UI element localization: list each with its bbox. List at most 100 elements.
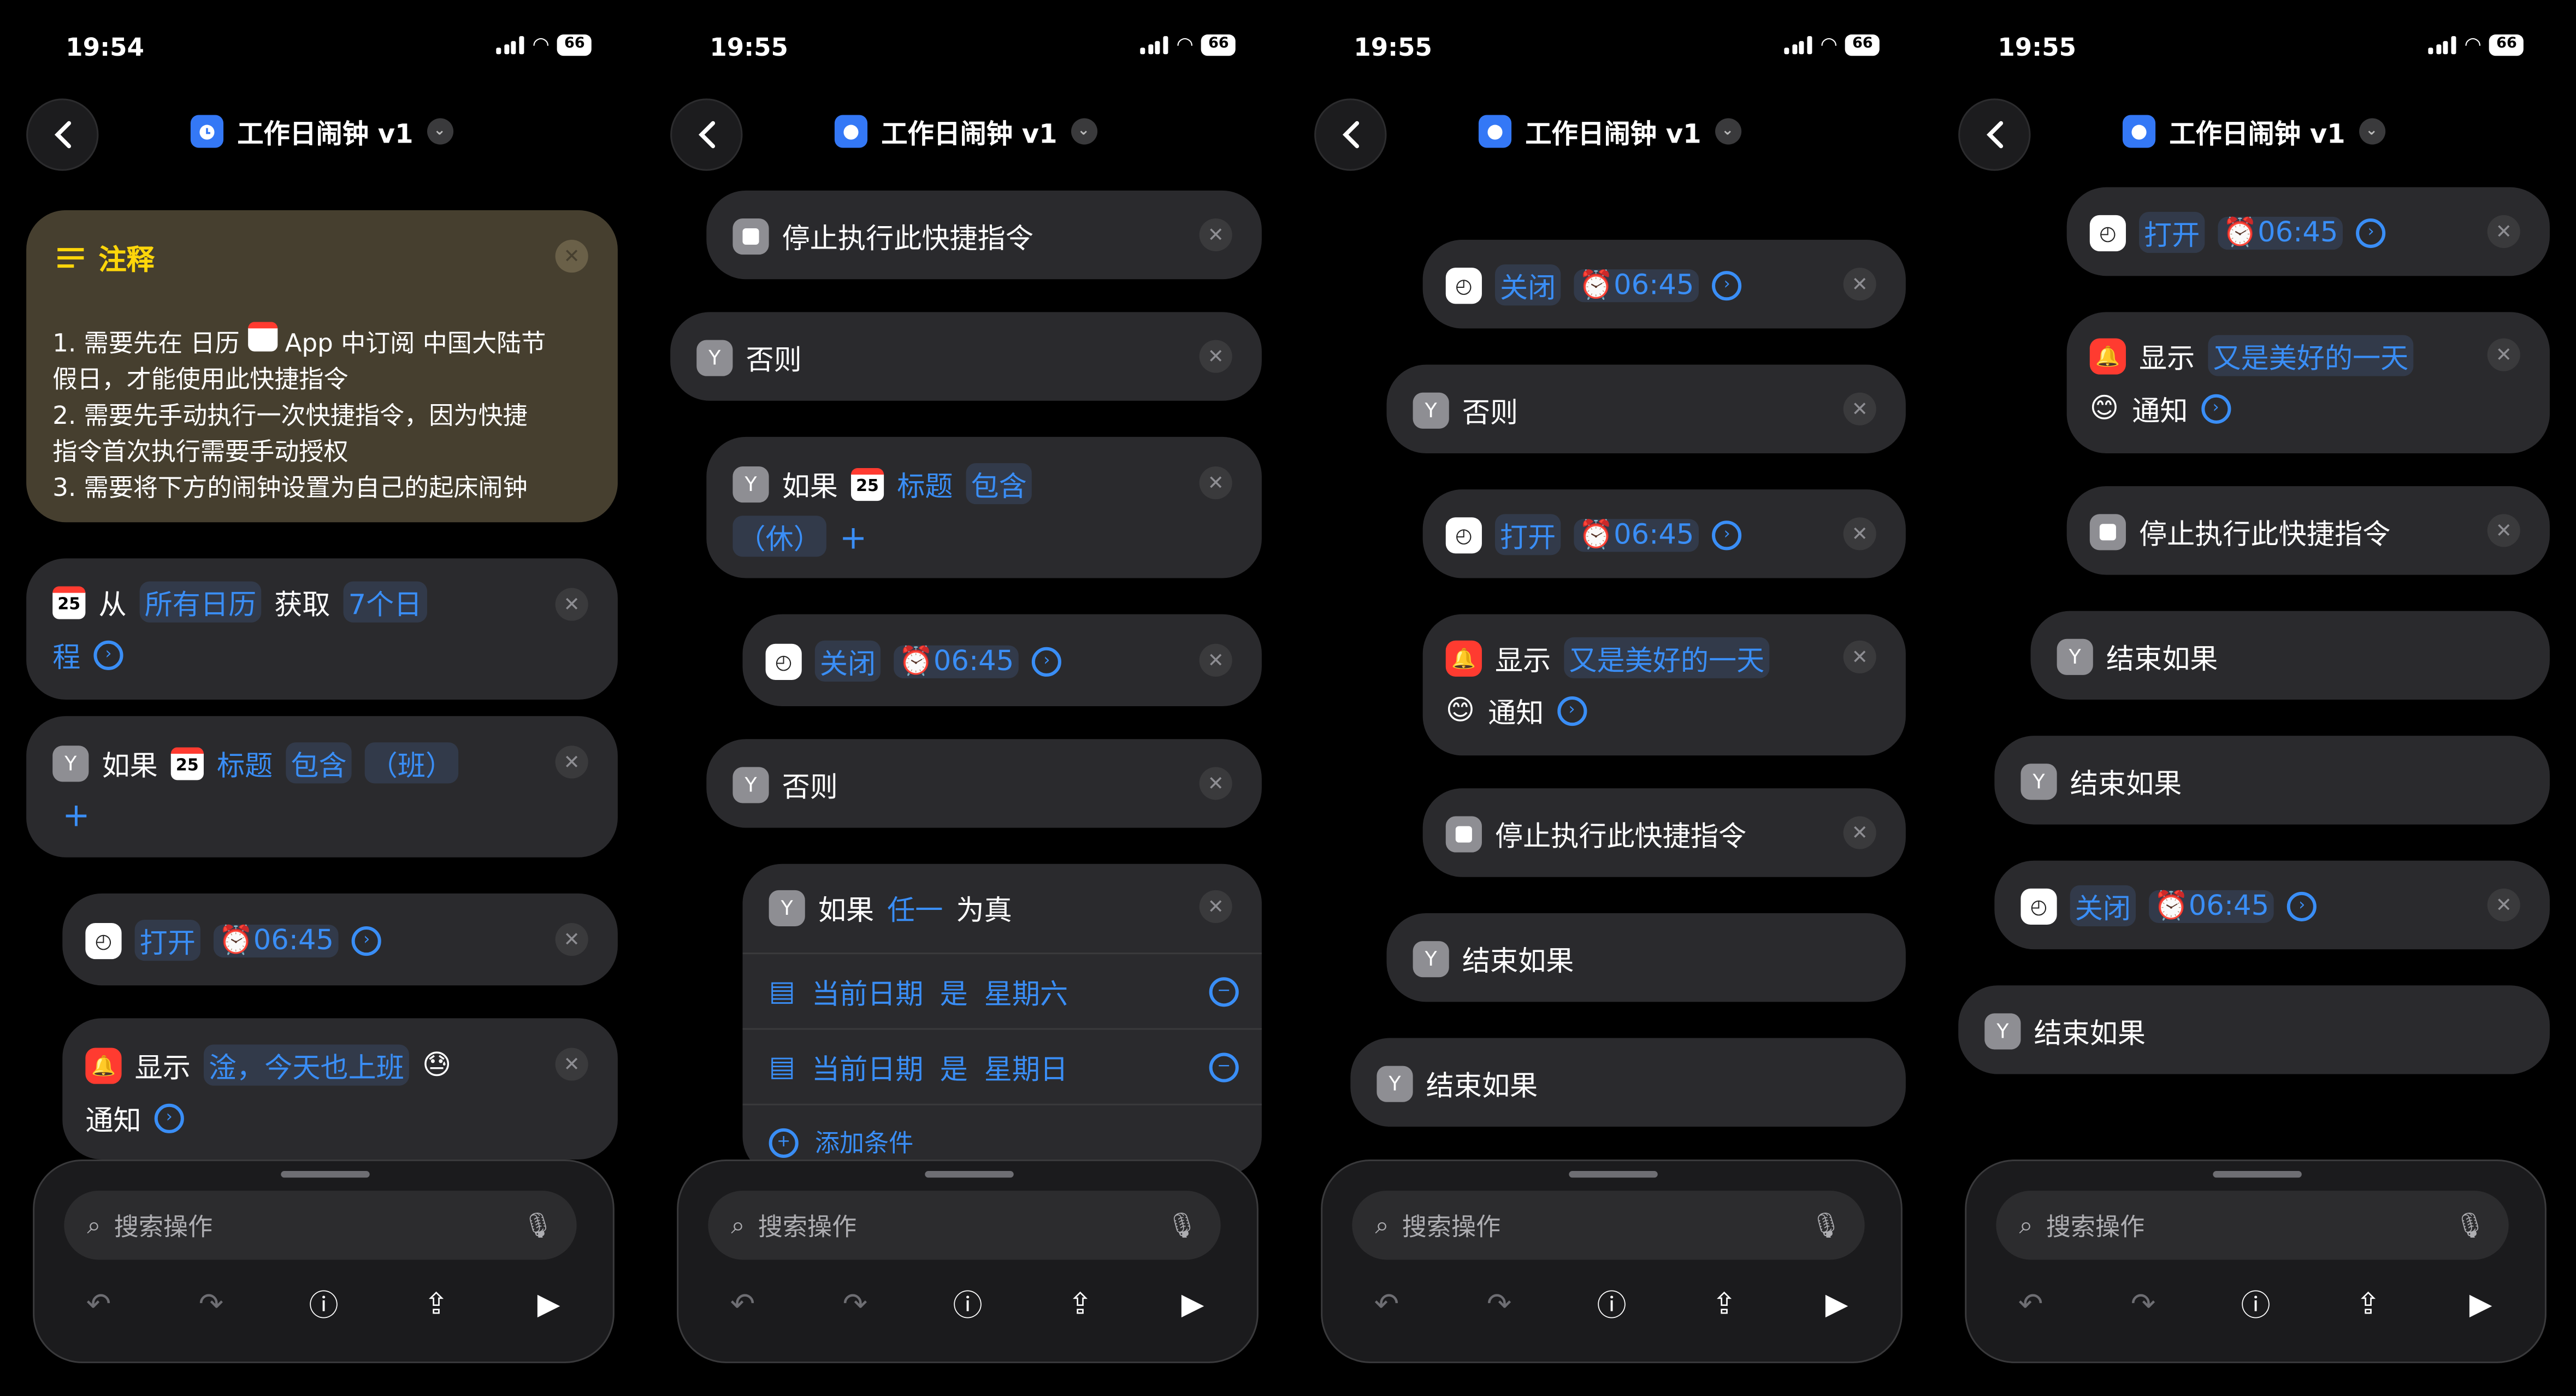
- play-icon[interactable]: ▶: [1171, 1283, 1214, 1326]
- operator-param[interactable]: 是: [940, 971, 968, 1011]
- contains-param[interactable]: 包含: [286, 742, 352, 784]
- otherwise-action[interactable]: Y 否则 ✕: [670, 312, 1262, 401]
- add-icon[interactable]: +: [840, 517, 867, 556]
- otherwise-action[interactable]: Y 否则 ✕: [706, 739, 1262, 828]
- delete-icon[interactable]: ✕: [555, 588, 588, 621]
- toggle-alarm-action[interactable]: ◴ 打开 ⏰06:45 › ✕: [2066, 187, 2550, 276]
- operation-param[interactable]: 关闭: [814, 640, 881, 682]
- contains-param[interactable]: 包含: [966, 463, 1032, 505]
- add-icon[interactable]: +: [62, 795, 90, 834]
- delete-icon[interactable]: ✕: [555, 1048, 588, 1081]
- chevron-right-icon[interactable]: ›: [2201, 393, 2231, 423]
- share-icon[interactable]: ⇪: [1059, 1283, 1101, 1326]
- delete-icon[interactable]: ✕: [1199, 466, 1232, 500]
- operation-param[interactable]: 关闭: [2070, 885, 2136, 927]
- chevron-right-icon[interactable]: ›: [2287, 891, 2317, 921]
- chevron-right-icon[interactable]: ›: [1712, 519, 1742, 549]
- message-param[interactable]: 淦，今天也上班: [203, 1044, 409, 1086]
- info-icon[interactable]: ⓘ: [1590, 1283, 1633, 1326]
- delete-icon[interactable]: ✕: [1843, 816, 1876, 849]
- shortcut-title[interactable]: 工作日闹钟 v1 ⌄: [644, 111, 1288, 151]
- text-param[interactable]: （休）: [732, 516, 826, 557]
- date-param[interactable]: 当前日期: [812, 971, 924, 1011]
- delete-icon[interactable]: ✕: [1843, 392, 1876, 425]
- delete-icon[interactable]: ✕: [2487, 215, 2520, 249]
- grabber[interactable]: [1569, 1171, 1658, 1178]
- operation-param[interactable]: 关闭: [1495, 264, 1561, 306]
- undo-icon[interactable]: ↶: [721, 1283, 764, 1326]
- info-icon[interactable]: ⓘ: [2234, 1283, 2277, 1326]
- remove-condition-icon[interactable]: −: [1209, 976, 1239, 1006]
- play-icon[interactable]: ▶: [1816, 1283, 1858, 1326]
- microphone-icon[interactable]: 🎙: [1166, 1210, 1197, 1240]
- search-input[interactable]: ⌕ 搜索操作 🎙: [64, 1191, 577, 1260]
- alarm-param[interactable]: ⏰06:45: [2149, 889, 2274, 922]
- play-icon[interactable]: ▶: [2460, 1283, 2502, 1326]
- delete-icon[interactable]: ✕: [1199, 340, 1232, 373]
- stop-shortcut-action[interactable]: 停止执行此快捷指令 ✕: [706, 190, 1262, 280]
- end-if-action[interactable]: Y 结束如果: [1958, 985, 2550, 1074]
- text-param[interactable]: （班）: [364, 742, 459, 784]
- count-param-cont[interactable]: 程: [52, 634, 80, 675]
- toggle-alarm-action[interactable]: ◴ 打开 ⏰06:45 › ✕: [62, 893, 618, 986]
- delete-icon[interactable]: ✕: [1199, 218, 1232, 252]
- count-param[interactable]: 7个日: [343, 581, 427, 623]
- alarm-param[interactable]: ⏰06:45: [894, 644, 1019, 678]
- redo-icon[interactable]: ↷: [2122, 1283, 2164, 1326]
- end-if-action[interactable]: Y 结束如果: [1386, 913, 1906, 1002]
- delete-icon[interactable]: ✕: [1843, 268, 1876, 301]
- delete-icon[interactable]: ✕: [555, 746, 588, 779]
- play-icon[interactable]: ▶: [527, 1283, 570, 1326]
- end-if-action[interactable]: Y 结束如果: [1994, 736, 2550, 825]
- alarm-param[interactable]: ⏰06:45: [1574, 268, 1699, 301]
- delete-icon[interactable]: ✕: [2487, 514, 2520, 547]
- show-notification-action[interactable]: 🔔 显示 又是美好的一天 😊 通知 › ✕: [2066, 312, 2550, 453]
- delete-icon[interactable]: ✕: [1843, 640, 1876, 673]
- operation-param[interactable]: 打开: [134, 919, 200, 961]
- delete-icon[interactable]: ✕: [1843, 517, 1876, 551]
- if-action[interactable]: Y 如果 25 标题 包含 （休） + ✕: [706, 436, 1262, 578]
- if-action[interactable]: Y 如果 25 标题 包含 （班） + ✕: [26, 716, 618, 857]
- stop-shortcut-action[interactable]: 停止执行此快捷指令 ✕: [1422, 788, 1906, 877]
- remove-condition-icon[interactable]: −: [1209, 1052, 1239, 1082]
- message-param[interactable]: 又是美好的一天: [2208, 335, 2414, 376]
- grabber[interactable]: [281, 1171, 370, 1178]
- info-icon[interactable]: ⓘ: [946, 1283, 989, 1326]
- toggle-alarm-action[interactable]: ◴ 打开 ⏰06:45 › ✕: [1422, 489, 1906, 578]
- chevron-right-icon[interactable]: ›: [1712, 270, 1742, 300]
- alarm-param[interactable]: ⏰06:45: [2218, 216, 2343, 249]
- toggle-alarm-action[interactable]: ◴ 关闭 ⏰06:45 › ✕: [1422, 240, 1906, 329]
- chevron-right-icon[interactable]: ›: [93, 640, 123, 670]
- delete-icon[interactable]: ✕: [1199, 890, 1232, 923]
- get-events-action[interactable]: 25 从 所有日历 获取 7个日 程 › ✕: [26, 558, 618, 700]
- redo-icon[interactable]: ↷: [834, 1283, 876, 1326]
- condition-row[interactable]: ▤ 当前日期 是 星期日 −: [742, 1028, 1262, 1103]
- stop-shortcut-action[interactable]: 停止执行此快捷指令 ✕: [2066, 486, 2550, 575]
- chevron-right-icon[interactable]: ›: [154, 1103, 184, 1133]
- show-notification-action[interactable]: 🔔 显示 淦，今天也上班 😓 通知 › ✕: [62, 1018, 618, 1160]
- chevron-right-icon[interactable]: ›: [352, 925, 382, 955]
- alarm-param[interactable]: ⏰06:45: [214, 924, 339, 957]
- chevron-right-icon[interactable]: ›: [1032, 646, 1062, 676]
- undo-icon[interactable]: ↶: [1365, 1283, 1408, 1326]
- undo-icon[interactable]: ↶: [77, 1283, 120, 1326]
- chevron-right-icon[interactable]: ›: [1557, 695, 1587, 725]
- toggle-alarm-action[interactable]: ◴ 关闭 ⏰06:45 › ✕: [1994, 860, 2550, 950]
- microphone-icon[interactable]: 🎙: [522, 1210, 553, 1240]
- end-if-action[interactable]: Y 结束如果: [1350, 1038, 1906, 1127]
- operation-param[interactable]: 打开: [2139, 211, 2205, 253]
- share-icon[interactable]: ⇪: [415, 1283, 457, 1326]
- delete-icon[interactable]: ✕: [2487, 338, 2520, 371]
- grabber[interactable]: [2213, 1171, 2302, 1178]
- undo-icon[interactable]: ↶: [2009, 1283, 2052, 1326]
- search-input[interactable]: ⌕ 搜索操作 🎙: [1996, 1191, 2509, 1260]
- delete-icon[interactable]: ✕: [555, 922, 588, 956]
- shortcut-title[interactable]: 工作日闹钟 v1 ⌄: [1288, 111, 1932, 151]
- share-icon[interactable]: ⇪: [2347, 1283, 2389, 1326]
- chevron-right-icon[interactable]: ›: [2356, 217, 2386, 247]
- search-input[interactable]: ⌕ 搜索操作 🎙: [1352, 1191, 1865, 1260]
- otherwise-action[interactable]: Y 否则 ✕: [1386, 364, 1906, 453]
- title-param[interactable]: 标题: [897, 463, 953, 504]
- value-param[interactable]: 星期日: [984, 1046, 1068, 1087]
- operation-param[interactable]: 打开: [1495, 514, 1561, 555]
